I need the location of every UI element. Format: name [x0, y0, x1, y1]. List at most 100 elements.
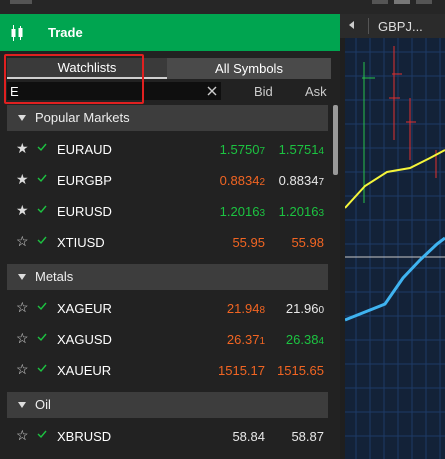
ask-price-pip: 7	[318, 177, 324, 188]
group-label: Oil	[35, 397, 51, 412]
bid-price[interactable]: 1.57507	[220, 142, 265, 157]
caret-down-icon[interactable]	[18, 402, 26, 408]
check-icon[interactable]	[37, 301, 47, 311]
star-filled-icon[interactable]: ★	[16, 140, 29, 157]
symbol-name: XAGUSD	[57, 332, 112, 347]
price-chart[interactable]	[345, 38, 445, 459]
star-icon[interactable]: ☆	[16, 330, 29, 347]
group-header[interactable]: Popular Markets	[7, 105, 328, 131]
ask-price-main: 21.96	[285, 301, 319, 316]
bid-price[interactable]: 1.20163	[220, 204, 265, 219]
ask-price[interactable]: 1.20163	[279, 204, 324, 219]
chart-tabs: GBPJ...	[340, 14, 445, 38]
ask-price-main: 55.98	[291, 235, 324, 250]
bid-price[interactable]: 1515.17	[218, 363, 265, 378]
chart-grid	[345, 38, 445, 459]
trade-panel: Trade Watchlists All Symbols Bid Ask Pop…	[0, 14, 340, 459]
panel-title: Trade	[48, 25, 83, 40]
top-toolbar-strip	[0, 0, 445, 14]
symbol-name: XAGEUR	[57, 301, 112, 316]
bid-price-pip: 8	[259, 305, 265, 316]
ask-price-pip: 4	[318, 336, 324, 347]
candlestick-icon	[11, 25, 23, 41]
group-label: Popular Markets	[35, 110, 130, 125]
series-line-blue	[345, 236, 445, 322]
ask-price-pip: 3	[318, 208, 324, 219]
toolbar-button[interactable]	[394, 0, 410, 4]
bid-price-main: 58.84	[232, 429, 265, 444]
toolbar-button[interactable]	[416, 0, 432, 4]
bid-price-main: 1.5750	[219, 142, 260, 157]
bid-price-main: 0.8834	[219, 173, 260, 188]
ask-price-main: 1.5751	[278, 142, 319, 157]
bid-price[interactable]: 58.84	[232, 429, 265, 444]
check-icon[interactable]	[37, 235, 47, 245]
ask-price[interactable]: 1.57514	[279, 142, 324, 157]
group-header[interactable]: Oil	[7, 392, 328, 418]
toolbar-button[interactable]	[10, 0, 32, 4]
check-icon[interactable]	[37, 204, 47, 214]
ask-price-main: 1515.65	[277, 363, 324, 378]
bid-price-pip: 7	[259, 146, 265, 157]
symbol-row[interactable]: ☆ XAUEUR 1515.17 1515.65	[7, 355, 328, 385]
check-icon[interactable]	[37, 142, 47, 152]
bid-price-pip: 2	[259, 177, 265, 188]
symbol-row[interactable]: ★ EURGBP 0.88342 0.88347	[7, 165, 328, 195]
tab-all-symbols[interactable]: All Symbols	[167, 58, 331, 79]
symbol-name: XBRUSD	[57, 429, 112, 444]
ask-price[interactable]: 1515.65	[277, 363, 324, 378]
check-icon[interactable]	[37, 332, 47, 342]
toolbar-button[interactable]	[372, 0, 388, 4]
star-icon[interactable]: ☆	[16, 361, 29, 378]
ask-price[interactable]: 0.88347	[279, 173, 324, 188]
ask-price[interactable]: 26.384	[286, 332, 324, 347]
star-filled-icon[interactable]: ★	[16, 202, 29, 219]
symbol-row[interactable]: ☆ XAGEUR 21.948 21.960	[7, 293, 328, 323]
symbol-row[interactable]: ☆ XTIUSD 55.95 55.98	[7, 227, 328, 257]
column-header-bid[interactable]: Bid	[254, 84, 273, 99]
star-icon[interactable]: ☆	[16, 427, 29, 444]
bid-price-main: 21.94	[226, 301, 260, 316]
check-icon[interactable]	[37, 363, 47, 373]
bid-price-main: 1.2016	[219, 204, 260, 219]
chart-tab-gbpj[interactable]: GBPJ...	[378, 19, 423, 34]
ask-price[interactable]: 58.87	[291, 429, 324, 444]
bid-price-main: 1515.17	[218, 363, 265, 378]
clear-icon[interactable]	[205, 84, 219, 98]
bid-price-main: 55.95	[232, 235, 265, 250]
ask-price-pip: 4	[318, 146, 324, 157]
check-icon[interactable]	[37, 173, 47, 183]
bid-price[interactable]: 26.371	[227, 332, 265, 347]
column-header-ask[interactable]: Ask	[305, 84, 327, 99]
group-header[interactable]: Metals	[7, 264, 328, 290]
symbol-name: XTIUSD	[57, 235, 105, 250]
symbol-row[interactable]: ☆ XAGUSD 26.371 26.384	[7, 324, 328, 354]
symbol-name: EURUSD	[57, 204, 112, 219]
watchlist-tabs: Watchlists All Symbols	[7, 58, 331, 79]
check-icon[interactable]	[37, 429, 47, 439]
symbol-row[interactable]: ★ EURAUD 1.57507 1.57514	[7, 134, 328, 164]
ask-price[interactable]: 21.960	[286, 301, 324, 316]
star-icon[interactable]: ☆	[16, 233, 29, 250]
symbol-row[interactable]: ★ EURUSD 1.20163 1.20163	[7, 196, 328, 226]
ask-price-main: 58.87	[291, 429, 324, 444]
symbol-name: XAUEUR	[57, 363, 112, 378]
tab-watchlists[interactable]: Watchlists	[7, 58, 167, 79]
caret-down-icon[interactable]	[18, 115, 26, 121]
symbol-name: EURGBP	[57, 173, 112, 188]
symbol-row[interactable]: ☆ XBRUSD 58.84 58.87	[7, 421, 328, 451]
series-line-yellow	[345, 149, 445, 209]
scrollbar[interactable]	[333, 105, 338, 175]
ask-price[interactable]: 55.98	[291, 235, 324, 250]
symbol-search-input[interactable]	[7, 82, 221, 100]
group-label: Metals	[35, 269, 74, 284]
caret-down-icon[interactable]	[18, 274, 26, 280]
bid-price[interactable]: 0.88342	[220, 173, 265, 188]
star-icon[interactable]: ☆	[16, 299, 29, 316]
bid-price[interactable]: 21.948	[227, 301, 265, 316]
caret-left-icon[interactable]	[349, 21, 354, 29]
ask-price-main: 26.38	[285, 332, 319, 347]
star-filled-icon[interactable]: ★	[16, 171, 29, 188]
ask-price-main: 0.8834	[278, 173, 319, 188]
bid-price[interactable]: 55.95	[232, 235, 265, 250]
